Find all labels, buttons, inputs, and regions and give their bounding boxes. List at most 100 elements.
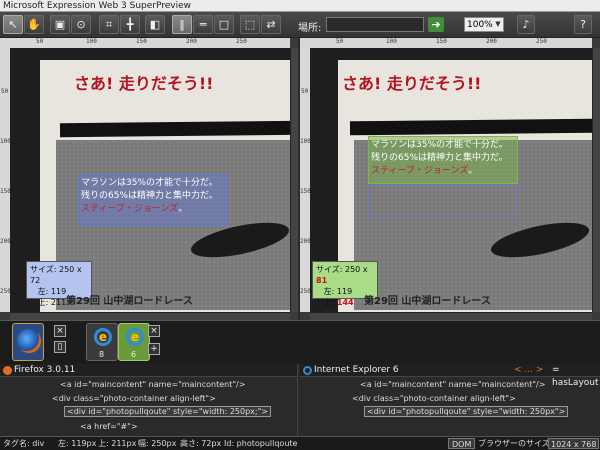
pull-quote-link[interactable]: スティーブ・ジョーンズ xyxy=(371,166,468,176)
help-button[interactable]: ? xyxy=(574,15,592,34)
fit-button[interactable]: ⬚ xyxy=(240,15,260,34)
race-caption: 第29回 山中湖ロードレース xyxy=(66,296,193,307)
vertical-scrollbar[interactable] xyxy=(290,48,298,312)
info-top: 211 xyxy=(50,298,67,307)
lightbulb-icon: ⊙ xyxy=(76,18,86,31)
pointer-tool-button[interactable]: ↖ xyxy=(3,15,23,34)
window-title: Microsoft Expression Web 3 SuperPreview xyxy=(0,0,600,12)
pull-line: 残りの65%は精神力と集中力だ。 xyxy=(371,153,508,163)
info-size-diff: 81 xyxy=(316,276,328,285)
status-id: Id: photopullqoute xyxy=(224,439,298,448)
info-size-label: サイズ: xyxy=(316,265,345,274)
dom-panel-title: Internet Explorer 6 xyxy=(314,365,399,375)
ie-icon: e xyxy=(126,328,144,346)
dom-node-selected[interactable]: <div id="photopullqoute" style="width: 2… xyxy=(64,406,271,417)
address-input[interactable] xyxy=(326,17,424,32)
firefox-icon xyxy=(3,366,12,375)
ruler-tick: 100 xyxy=(0,138,10,145)
ruler-tick: 50 xyxy=(301,88,309,95)
status-top: 上: 211px xyxy=(98,439,137,448)
horizontal-scrollbar[interactable] xyxy=(10,312,290,320)
dom-button[interactable]: DOM xyxy=(448,438,476,449)
tape-strip xyxy=(59,120,290,138)
guides-button[interactable]: ╋ xyxy=(120,15,140,34)
highlight-button[interactable]: ⊙ xyxy=(71,15,91,34)
pull-quote-highlight[interactable]: マラソンは35%の才能で十分だ。 残りの65%は精神力と集中力だ。 スティーブ・… xyxy=(368,136,518,184)
ruler-tick: 200 xyxy=(0,238,10,245)
status-width: 幅: 250px xyxy=(138,439,177,448)
ruler-tick: 100 xyxy=(86,38,97,45)
baseline-options-button[interactable]: ▯ xyxy=(54,341,66,353)
sync-button[interactable]: ⇄ xyxy=(261,15,281,34)
ie-icon: e xyxy=(94,328,112,346)
vertical-scrollbar[interactable] xyxy=(592,48,600,312)
tape-strip xyxy=(349,118,592,136)
close-compare-button[interactable]: × xyxy=(148,325,160,337)
comparison-pane: 50 100 150 200 250 50 100 150 200 250 さあ… xyxy=(300,38,600,320)
ruler-tick: 250 xyxy=(536,38,547,45)
comparison-viewport[interactable]: さあ! 走りだそう!! マラソンは35%の才能で十分だ。 残りの65%は精神力と… xyxy=(310,48,592,312)
ruler-tick: 100 xyxy=(300,138,310,145)
ruler-icon: ⌗ xyxy=(105,17,113,31)
info-top-label: 上: xyxy=(323,298,337,307)
ruler-tick: 150 xyxy=(0,188,10,195)
race-caption: 第29回 山中湖ロードレース xyxy=(364,296,491,307)
add-browser-button[interactable]: + xyxy=(148,343,160,355)
baseline-outline xyxy=(368,184,518,218)
info-left: 119 xyxy=(50,287,67,296)
ruler-tick: 150 xyxy=(300,188,310,195)
ruler-tick: 250 xyxy=(300,288,310,295)
info-left: 119 xyxy=(336,287,353,296)
ruler-tick: 50 xyxy=(1,88,9,95)
browser-size-select[interactable]: 1024 x 768 xyxy=(548,438,600,449)
stacked-button[interactable]: ═ xyxy=(193,15,213,34)
browser-version: 6 xyxy=(131,350,137,359)
speaker-icon: ♪ xyxy=(522,18,530,31)
horizontal-scrollbar[interactable] xyxy=(310,312,592,320)
ruler-tick: 200 xyxy=(186,38,197,45)
split-vertical-icon: ‖ xyxy=(179,18,185,31)
compare-browser-ie6[interactable]: e 6 xyxy=(118,323,150,361)
mode-button[interactable]: ◧ xyxy=(145,15,165,34)
pull-period: 。 xyxy=(178,204,188,214)
fit-icon: ⬚ xyxy=(244,18,256,31)
torn-edge xyxy=(310,48,592,60)
layout-button[interactable]: ▣ xyxy=(50,15,70,34)
info-size: 250 x xyxy=(345,265,368,274)
dom-node[interactable]: <div class="photo-container align-left"> xyxy=(352,394,516,403)
close-baseline-button[interactable]: × xyxy=(54,325,66,337)
chevron-down-icon[interactable]: ▼ xyxy=(492,17,504,32)
dom-nav-buttons[interactable]: < ... > xyxy=(514,364,543,377)
ruler-tick: 50 xyxy=(36,38,44,45)
dom-node[interactable]: <div class="photo-container align-left"> xyxy=(52,394,216,403)
compare-browser-ie8[interactable]: e 8 xyxy=(86,323,118,361)
dom-node[interactable]: <a id="maincontent" name="maincontent"/> xyxy=(360,380,545,389)
baseline-viewport[interactable]: さあ! 走りだそう!! マラソンは35%の才能で十分だ。 残りの65%は精神力と… xyxy=(10,48,290,312)
baseline-pane: 50 100 150 200 250 50 100 150 200 250 さあ… xyxy=(0,38,298,320)
arrow-right-icon: ➔ xyxy=(431,18,441,31)
pull-quote-link[interactable]: スティーブ・ジョーンズ xyxy=(81,204,178,214)
pull-quote-highlight[interactable]: マラソンは35%の才能で十分だ。 残りの65%は精神力と集中力だ。 スティーブ・… xyxy=(78,174,228,226)
comparison-dom-panel: Internet Explorer 6 < ... > = hasLayout … xyxy=(300,364,600,436)
browser-version: 8 xyxy=(99,350,105,359)
mute-button[interactable]: ♪ xyxy=(517,15,535,34)
pull-line: マラソンは35%の才能で十分だ。 xyxy=(81,178,218,188)
dom-node[interactable]: <a id="maincontent" name="maincontent"/> xyxy=(60,380,245,389)
firefox-icon xyxy=(17,329,41,353)
pan-tool-button[interactable]: ✋ xyxy=(24,15,44,34)
dom-node[interactable]: <a href="#"> xyxy=(80,422,138,431)
status-left: 左: 119px xyxy=(58,439,97,448)
ruler-tick: 200 xyxy=(486,38,497,45)
ruler-button[interactable]: ⌗ xyxy=(99,15,119,34)
overlay-button[interactable]: □ xyxy=(214,15,234,34)
pull-period: 。 xyxy=(468,166,478,176)
dom-panel-header: Internet Explorer 6 < ... > = hasLayout xyxy=(300,364,600,388)
status-bar: タグ名: div 左: 119px 上: 211px 幅: 250px 高さ: … xyxy=(0,436,600,450)
browser-bar: × ▯ e 8 e 6 × + xyxy=(0,320,600,364)
side-by-side-button[interactable]: ‖ xyxy=(172,15,192,34)
baseline-browser-firefox[interactable] xyxy=(12,323,44,361)
baseline-dom-panel: Firefox 3.0.11 <a id="maincontent" name=… xyxy=(0,364,298,436)
go-button[interactable]: ➔ xyxy=(428,17,444,32)
mode-icon: ◧ xyxy=(149,18,161,31)
dom-node-selected[interactable]: <div id="photopullqoute" style="width: 2… xyxy=(364,406,569,417)
